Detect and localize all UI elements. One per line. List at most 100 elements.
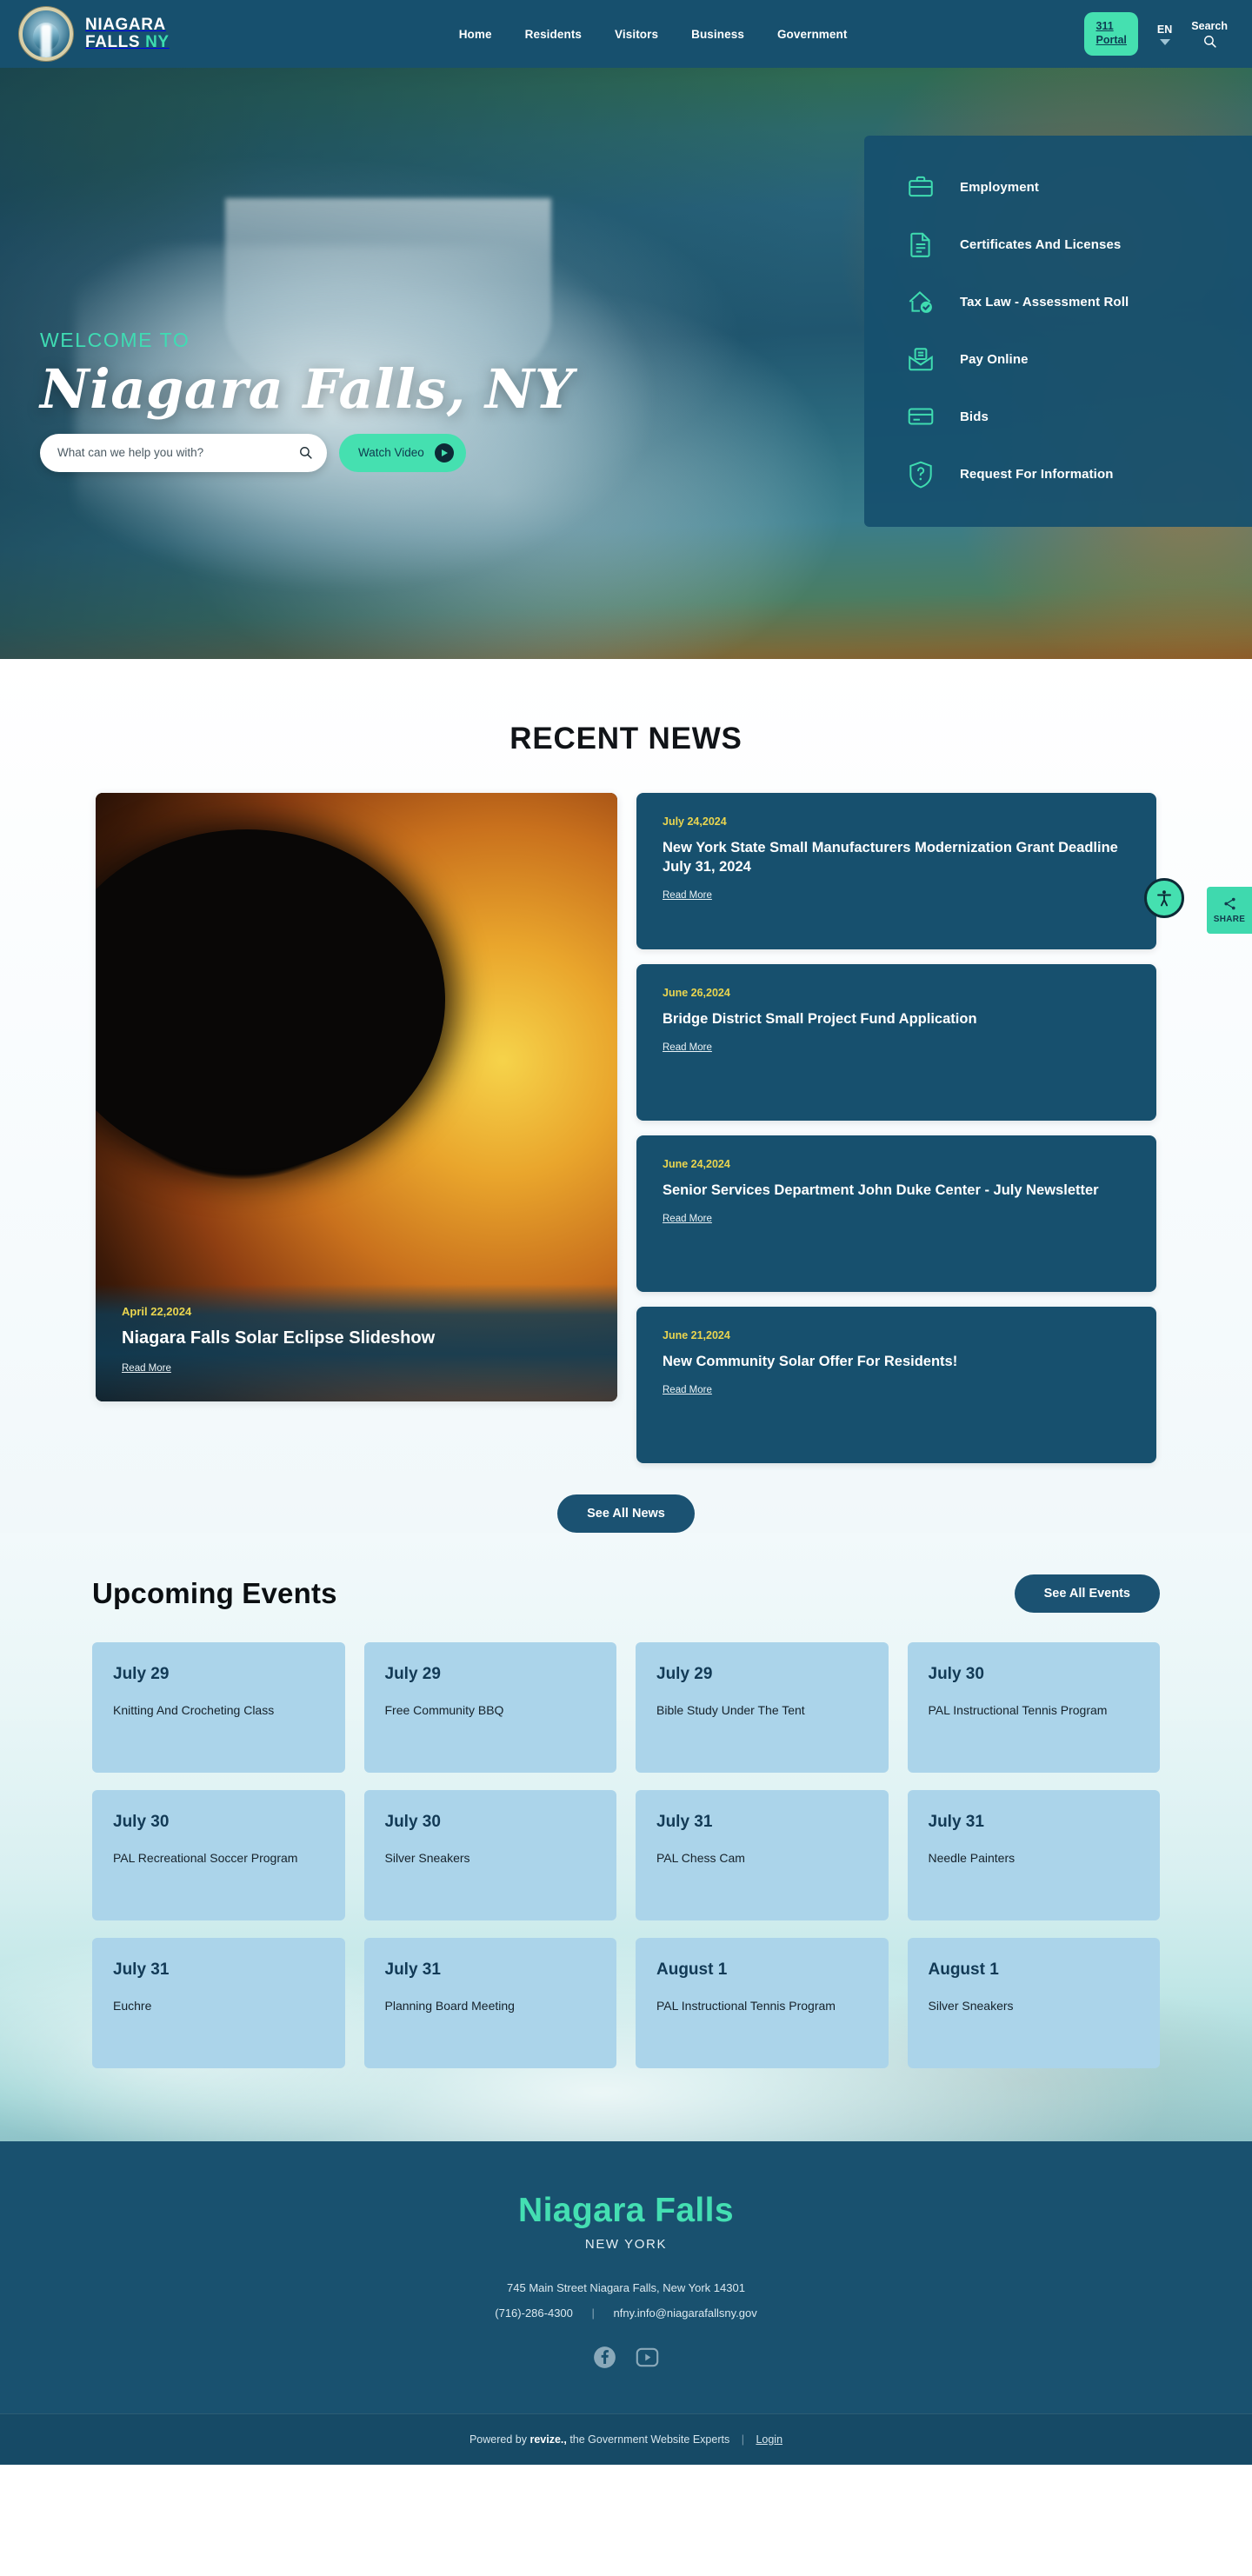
share-widget[interactable]: SHARE bbox=[1207, 887, 1252, 934]
quicklink-label: Certificates And Licenses bbox=[960, 236, 1122, 252]
site-logo[interactable]: NIAGARA FALLS NY bbox=[19, 7, 170, 61]
event-date: August 1 bbox=[928, 1960, 999, 1979]
watch-video-label: Watch Video bbox=[358, 446, 424, 460]
facebook-link[interactable] bbox=[593, 2346, 616, 2373]
news-card-date: June 24,2024 bbox=[663, 1158, 730, 1170]
event-card[interactable]: July 31 Needle Painters bbox=[907, 1790, 1160, 1920]
play-icon bbox=[434, 443, 454, 463]
search-icon[interactable] bbox=[298, 445, 313, 460]
quicklink-employment[interactable]: Employment bbox=[864, 158, 1252, 216]
document-icon bbox=[902, 226, 939, 263]
news-card-date: June 26,2024 bbox=[663, 987, 730, 999]
search-label: Search bbox=[1191, 19, 1228, 32]
event-card[interactable]: July 29 Bible Study Under The Tent bbox=[636, 1642, 889, 1773]
shield-question-icon bbox=[902, 456, 939, 492]
nav-item-government[interactable]: Government bbox=[777, 28, 848, 41]
footer-email[interactable]: nfny.info@niagarafallsny.gov bbox=[614, 2306, 757, 2320]
hero-search-input[interactable] bbox=[57, 446, 298, 460]
quicklink-pay-online[interactable]: Pay Online bbox=[864, 330, 1252, 388]
footer-social-links bbox=[0, 2346, 1252, 2373]
news-card-read-more[interactable]: Read More bbox=[663, 1042, 712, 1053]
event-name: Silver Sneakers bbox=[928, 1999, 1014, 2013]
nav-item-business[interactable]: Business bbox=[691, 28, 744, 41]
quick-links-panel: Employment Certificates And Licenses Tax… bbox=[864, 136, 1252, 527]
event-card[interactable]: July 31 PAL Chess Cam bbox=[636, 1790, 889, 1920]
event-card[interactable]: July 31 Euchre bbox=[92, 1938, 345, 2068]
event-name: PAL Instructional Tennis Program bbox=[928, 1703, 1108, 1717]
see-all-events-button[interactable]: See All Events bbox=[1014, 1574, 1160, 1613]
site-header: NIAGARA FALLS NY Home Residents Visitors… bbox=[0, 0, 1252, 68]
footer-separator: | bbox=[591, 2306, 595, 2320]
city-seal-icon bbox=[19, 7, 73, 61]
news-card[interactable]: June 24,2024 Senior Services Department … bbox=[636, 1135, 1156, 1292]
footer-credit-bar: Powered by revize., the Government Websi… bbox=[0, 2413, 1252, 2465]
quicklink-label: Bids bbox=[960, 409, 989, 424]
youtube-link[interactable] bbox=[636, 2346, 659, 2373]
events-grid: July 29 Knitting And Crocheting Class Ju… bbox=[92, 1642, 1160, 2068]
event-name: PAL Instructional Tennis Program bbox=[656, 1999, 836, 2013]
briefcase-icon bbox=[902, 169, 939, 205]
featured-news-card[interactable]: April 22,2024 Niagara Falls Solar Eclips… bbox=[96, 793, 617, 1401]
event-name: PAL Chess Cam bbox=[656, 1851, 745, 1865]
footer-state-name: NEW YORK bbox=[584, 2237, 668, 2252]
news-card-title: New Community Solar Offer For Residents! bbox=[663, 1354, 958, 1369]
news-card-date: July 24,2024 bbox=[663, 815, 727, 828]
chevron-down-icon bbox=[1159, 38, 1170, 45]
event-card[interactable]: July 30 Silver Sneakers bbox=[363, 1790, 616, 1920]
event-card[interactable]: July 29 Knitting And Crocheting Class bbox=[92, 1642, 345, 1773]
event-date: August 1 bbox=[656, 1960, 728, 1979]
footer-city-name: Niagara Falls bbox=[518, 2192, 734, 2229]
quicklink-certificates-and-licenses[interactable]: Certificates And Licenses bbox=[864, 216, 1252, 273]
hero-search-box[interactable] bbox=[40, 433, 327, 472]
news-card-read-more[interactable]: Read More bbox=[663, 1214, 712, 1224]
watch-video-button[interactable]: Watch Video bbox=[339, 433, 466, 472]
news-card[interactable]: July 24,2024 New York State Small Manufa… bbox=[636, 793, 1156, 949]
events-inner: Upcoming Events See All Events July 29 K… bbox=[0, 1574, 1252, 2068]
see-all-news-wrap: See All News bbox=[0, 1463, 1252, 1533]
311-portal-button[interactable]: 311 Portal bbox=[1084, 12, 1138, 56]
quicklink-label: Pay Online bbox=[960, 351, 1029, 367]
brand-line-1: NIAGARA bbox=[85, 16, 166, 35]
footer-phone[interactable]: (716)-286-4300 bbox=[495, 2306, 573, 2320]
quicklink-tax-law-assessment-roll[interactable]: Tax Law - Assessment Roll bbox=[864, 273, 1252, 330]
news-card-list: July 24,2024 New York State Small Manufa… bbox=[636, 793, 1156, 1463]
event-card[interactable]: August 1 Silver Sneakers bbox=[907, 1938, 1160, 2068]
event-date: July 29 bbox=[384, 1665, 441, 1683]
featured-news-read-more[interactable]: Read More bbox=[122, 1363, 171, 1374]
quicklink-label: Employment bbox=[960, 179, 1040, 195]
recent-news-section: RECENT NEWS April 22,2024 Niagara Falls … bbox=[0, 659, 1252, 1533]
news-card-title: New York State Small Manufacturers Moder… bbox=[663, 840, 1118, 875]
nav-item-residents[interactable]: Residents bbox=[525, 28, 582, 41]
event-card[interactable]: August 1 PAL Instructional Tennis Progra… bbox=[636, 1938, 889, 2068]
nav-item-home[interactable]: Home bbox=[459, 28, 492, 41]
event-card[interactable]: July 30 PAL Recreational Soccer Program bbox=[92, 1790, 345, 1920]
search-icon bbox=[1203, 35, 1216, 48]
footer-address: 745 Main Street Niagara Falls, New York … bbox=[507, 2281, 745, 2294]
quicklink-label: Tax Law - Assessment Roll bbox=[960, 294, 1129, 310]
event-name: PAL Recreational Soccer Program bbox=[113, 1851, 298, 1865]
events-header: Upcoming Events See All Events bbox=[92, 1574, 1160, 1613]
event-card[interactable]: July 30 PAL Instructional Tennis Program bbox=[907, 1642, 1160, 1773]
accessibility-button[interactable] bbox=[1144, 878, 1184, 918]
event-card[interactable]: July 29 Free Community BBQ bbox=[363, 1642, 616, 1773]
nav-item-visitors[interactable]: Visitors bbox=[615, 28, 658, 41]
quicklink-bids[interactable]: Bids bbox=[864, 388, 1252, 445]
event-name: Free Community BBQ bbox=[384, 1703, 504, 1717]
event-date: July 31 bbox=[384, 1960, 441, 1979]
portal-line-2: Portal bbox=[1096, 34, 1127, 46]
news-card[interactable]: June 26,2024 Bridge District Small Proje… bbox=[636, 964, 1156, 1121]
event-card[interactable]: July 31 Planning Board Meeting bbox=[363, 1938, 616, 2068]
event-name: Bible Study Under The Tent bbox=[656, 1703, 805, 1717]
upcoming-events-heading: Upcoming Events bbox=[92, 1577, 337, 1609]
login-link[interactable]: Login bbox=[756, 2433, 782, 2446]
language-label: EN bbox=[1156, 23, 1173, 36]
header-search-toggle[interactable]: Search bbox=[1191, 20, 1228, 49]
see-all-news-button[interactable]: See All News bbox=[557, 1494, 695, 1533]
house-check-icon bbox=[902, 283, 939, 320]
footer-bar-separator: | bbox=[741, 2433, 744, 2446]
news-card-read-more[interactable]: Read More bbox=[663, 1385, 712, 1395]
news-card[interactable]: June 21,2024 New Community Solar Offer F… bbox=[636, 1307, 1156, 1463]
quicklink-request-for-information[interactable]: Request For Information bbox=[864, 445, 1252, 503]
language-selector[interactable]: EN bbox=[1157, 23, 1172, 45]
news-card-read-more[interactable]: Read More bbox=[663, 890, 712, 901]
